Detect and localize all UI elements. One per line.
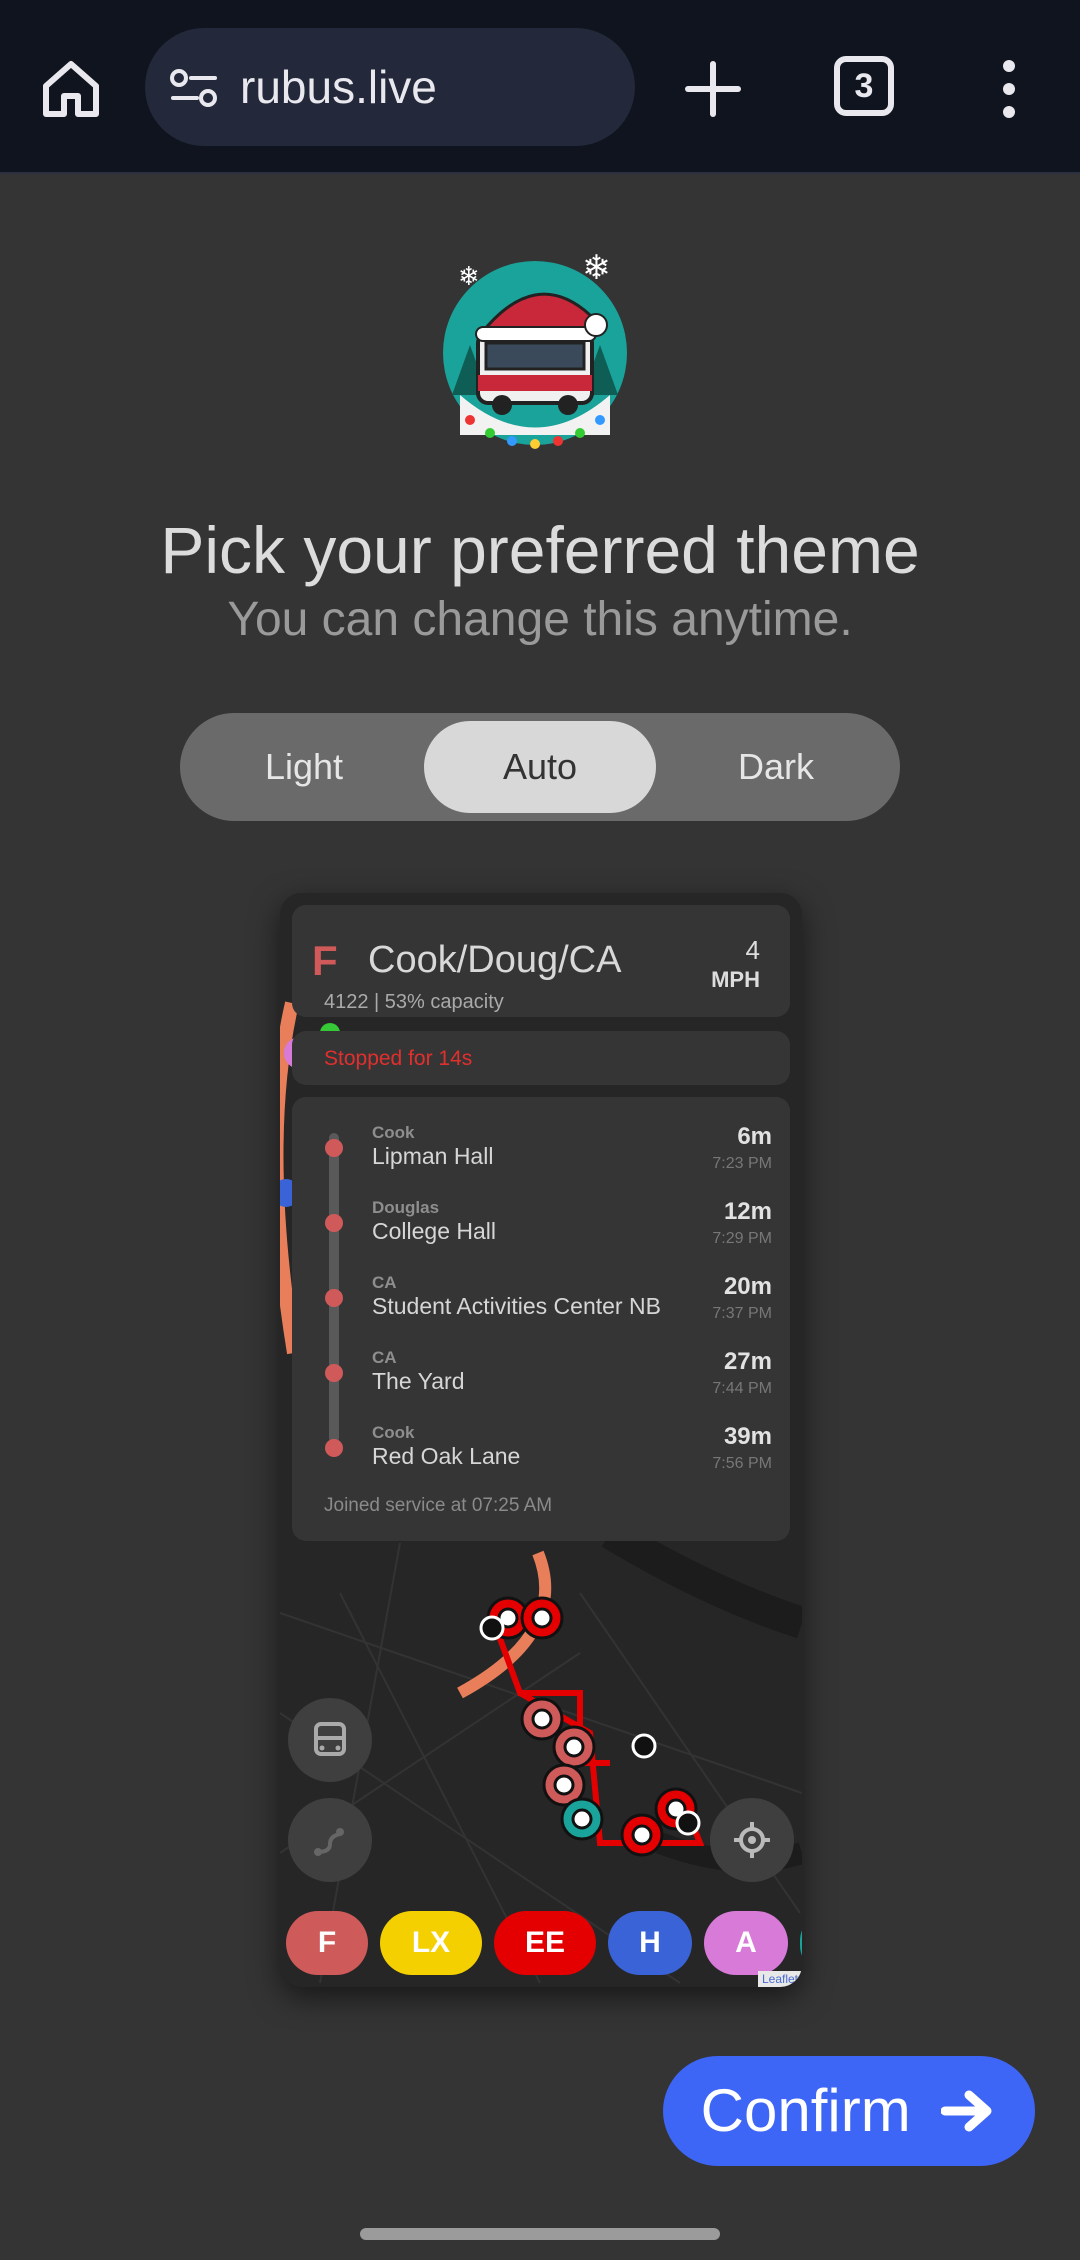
- browser-toolbar: rubus.live 3: [0, 0, 1080, 174]
- speed-value: 4: [745, 935, 760, 965]
- crosshair-icon: [734, 1822, 770, 1858]
- confirm-button[interactable]: Confirm: [663, 2056, 1035, 2166]
- stop-dot: [325, 1439, 343, 1457]
- stop-street: CA: [372, 1273, 397, 1292]
- bus-capacity: 4122 | 53% capacity: [324, 991, 504, 1013]
- theme-preview-card: F Cook/Doug/CA 4122 | 53% capacity 4 MPH…: [280, 893, 802, 1987]
- stop-dot: [325, 1364, 343, 1382]
- stop-street: Cook: [372, 1423, 415, 1442]
- route-chip-bar: F LX EE H A: [286, 1911, 802, 1975]
- status-text: Stopped for 14s: [324, 1047, 473, 1070]
- url-text[interactable]: rubus.live: [240, 60, 437, 114]
- stop-eta-minutes: 6m: [737, 1123, 772, 1150]
- map-attribution[interactable]: Leaflet: [757, 1971, 802, 1987]
- stop-street: Douglas: [372, 1198, 440, 1217]
- stop-name: The Yard: [372, 1368, 465, 1394]
- status-banner: Stopped for 14s: [292, 1031, 790, 1085]
- route-letter: F: [312, 937, 338, 984]
- route-chip-ee[interactable]: EE: [494, 1911, 596, 1975]
- route-chip-h[interactable]: H: [608, 1911, 692, 1975]
- locate-me-button[interactable]: [710, 1798, 794, 1882]
- theme-option-light[interactable]: Light: [188, 721, 420, 813]
- stop-street: CA: [372, 1348, 397, 1367]
- confirm-label: Confirm: [700, 2077, 911, 2144]
- stop-eta-minutes: 20m: [723, 1273, 772, 1300]
- new-tab-icon[interactable]: [680, 56, 746, 122]
- route-chip-lx[interactable]: LX: [380, 1911, 482, 1975]
- route-chip-a[interactable]: A: [704, 1911, 788, 1975]
- stop-row[interactable]: Cook Red Oak Lane 39m 7:56 PM: [372, 1423, 772, 1493]
- theme-option-auto[interactable]: Auto: [424, 721, 656, 813]
- stop-dot: [325, 1289, 343, 1307]
- page-title: Pick your preferred theme: [160, 513, 920, 587]
- stop-eta-minutes: 12m: [723, 1198, 772, 1225]
- more-options-icon[interactable]: [994, 56, 1024, 122]
- site-settings-icon[interactable]: [169, 68, 219, 108]
- stop-name: College Hall: [372, 1218, 497, 1244]
- stop-row[interactable]: Cook Lipman Hall 6m 7:23 PM: [372, 1123, 772, 1193]
- stops-list: Cook Lipman Hall 6m 7:23 PM Douglas Coll…: [292, 1097, 790, 1541]
- route-chip-more[interactable]: [800, 1911, 802, 1975]
- route-icon: [314, 1828, 344, 1856]
- address-bar[interactable]: rubus.live: [145, 28, 635, 146]
- svg-text:❄: ❄: [582, 248, 611, 288]
- tab-switcher-button[interactable]: 3: [834, 56, 894, 116]
- svg-text:❄: ❄: [458, 262, 480, 292]
- bus-icon: [314, 1722, 346, 1756]
- bus-mode-button[interactable]: [288, 1698, 372, 1782]
- page-subtitle: You can change this anytime.: [227, 593, 853, 646]
- arrow-right-icon: [941, 2090, 992, 2132]
- stop-dot: [325, 1139, 343, 1157]
- theme-option-dark[interactable]: Dark: [660, 721, 892, 813]
- home-icon[interactable]: [38, 56, 104, 122]
- stop-dot: [325, 1214, 343, 1232]
- stops-timeline: [329, 1133, 339, 1443]
- stop-eta-time: 7:44 PM: [712, 1380, 772, 1397]
- stop-name: Student Activities Center NB: [372, 1293, 661, 1319]
- stop-row[interactable]: Douglas College Hall 12m 7:29 PM: [372, 1198, 772, 1268]
- stop-eta-minutes: 39m: [723, 1423, 772, 1450]
- theme-segmented-control: Light Auto Dark: [180, 713, 900, 821]
- stop-eta-time: 7:56 PM: [712, 1455, 772, 1472]
- stop-street: Cook: [372, 1123, 415, 1142]
- stop-name: Lipman Hall: [372, 1143, 494, 1169]
- christmas-bus-logo: ❄ ❄: [443, 248, 627, 449]
- stop-row[interactable]: CA The Yard 27m 7:44 PM: [372, 1348, 772, 1418]
- stop-eta-time: 7:29 PM: [712, 1230, 772, 1247]
- joined-service-text: Joined service at 07:25 AM: [324, 1495, 553, 1516]
- stop-eta-minutes: 27m: [723, 1348, 772, 1375]
- stop-row[interactable]: CA Student Activities Center NB 20m 7:37…: [372, 1273, 772, 1343]
- stop-eta-time: 7:37 PM: [712, 1305, 772, 1322]
- bus-info-header: F Cook/Doug/CA 4122 | 53% capacity 4 MPH: [292, 905, 790, 1017]
- route-chip-f[interactable]: F: [286, 1911, 368, 1975]
- speed-unit: MPH: [711, 967, 760, 992]
- route-name: Cook/Doug/CA: [368, 939, 622, 981]
- route-mode-button[interactable]: [288, 1798, 372, 1882]
- stop-name: Red Oak Lane: [372, 1443, 521, 1469]
- gesture-nav-handle[interactable]: [360, 2228, 720, 2240]
- stop-eta-time: 7:23 PM: [712, 1155, 772, 1172]
